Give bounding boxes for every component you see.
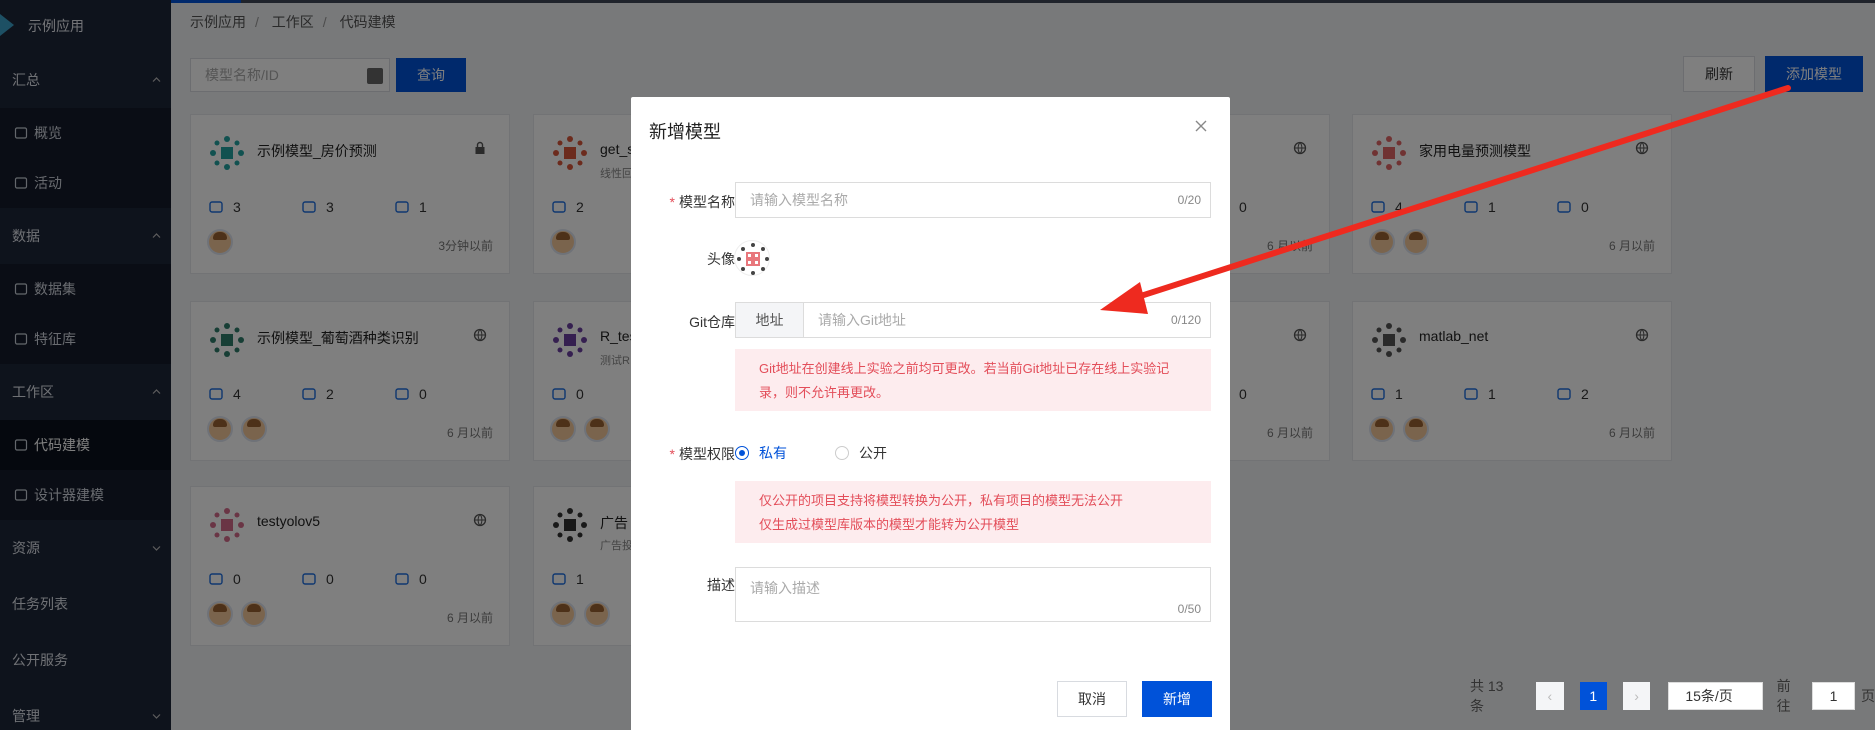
git-label: Git仓库	[689, 314, 735, 330]
avatar-picker[interactable]	[734, 240, 770, 276]
add-model-dialog: 新增模型 * 模型名称 请输入模型名称 0/20 头像 Git仓库 地址 请输入G…	[631, 97, 1230, 730]
goto-input[interactable]: 1	[1811, 682, 1856, 710]
permission-warning-line: 仅生成过模型库版本的模型才能转为公开模型	[759, 517, 1020, 532]
git-placeholder: 请输入Git地址	[818, 312, 906, 328]
name-label: * 模型名称	[669, 194, 735, 210]
dialog-title: 新增模型	[649, 122, 721, 142]
git-warning: Git地址在创建线上实验之前均可更改。若当前Git地址已存在线上实验记录，则不允…	[735, 349, 1211, 411]
avatar-icon	[737, 243, 769, 275]
page-size-select[interactable]: 15条/页	[1668, 682, 1763, 710]
desc-char-count: 0/50	[1177, 602, 1201, 616]
model-name-input[interactable]: 请输入模型名称 0/20	[735, 182, 1211, 218]
git-address-input[interactable]: 地址 请输入Git地址 0/120	[735, 302, 1211, 338]
pagination: 共 13 条 ‹ 1 › 15条/页 前往 1 页	[1470, 676, 1875, 716]
avatar-label: 头像	[707, 251, 735, 267]
private-radio[interactable]: 私有	[735, 443, 787, 463]
name-placeholder: 请输入模型名称	[750, 192, 848, 208]
goto-label: 前往	[1776, 678, 1791, 714]
cancel-button[interactable]: 取消	[1057, 681, 1127, 717]
page-number[interactable]: 1	[1579, 682, 1607, 710]
name-char-count: 0/20	[1177, 193, 1201, 207]
page-suffix: 页	[1861, 688, 1875, 704]
dialog-footer: 取消 新增	[1057, 681, 1212, 717]
git-prefix: 地址	[736, 303, 804, 337]
perm-label: * 模型权限	[669, 446, 735, 462]
submit-button[interactable]: 新增	[1142, 681, 1212, 717]
permission-warning: 仅公开的项目支持将模型转换为公开，私有项目的模型无法公开 仅生成过模型库版本的模…	[735, 481, 1211, 543]
close-icon[interactable]	[1194, 119, 1208, 133]
next-page-button[interactable]: ›	[1622, 682, 1651, 710]
pagination-total: 共 13 条	[1470, 678, 1504, 714]
prev-page-button[interactable]: ‹	[1536, 682, 1564, 710]
permission-radio-group: 私有 公开	[735, 443, 913, 463]
description-textarea[interactable]: 请输入描述 0/50	[735, 567, 1211, 622]
public-radio[interactable]: 公开	[835, 443, 887, 463]
desc-placeholder: 请输入描述	[750, 580, 820, 596]
page-size-label: 15条/页	[1685, 688, 1733, 704]
git-char-count: 0/120	[1170, 313, 1201, 327]
permission-warning-line: 仅公开的项目支持将模型转换为公开，私有项目的模型无法公开	[759, 493, 1124, 508]
desc-label: 描述	[707, 577, 735, 593]
